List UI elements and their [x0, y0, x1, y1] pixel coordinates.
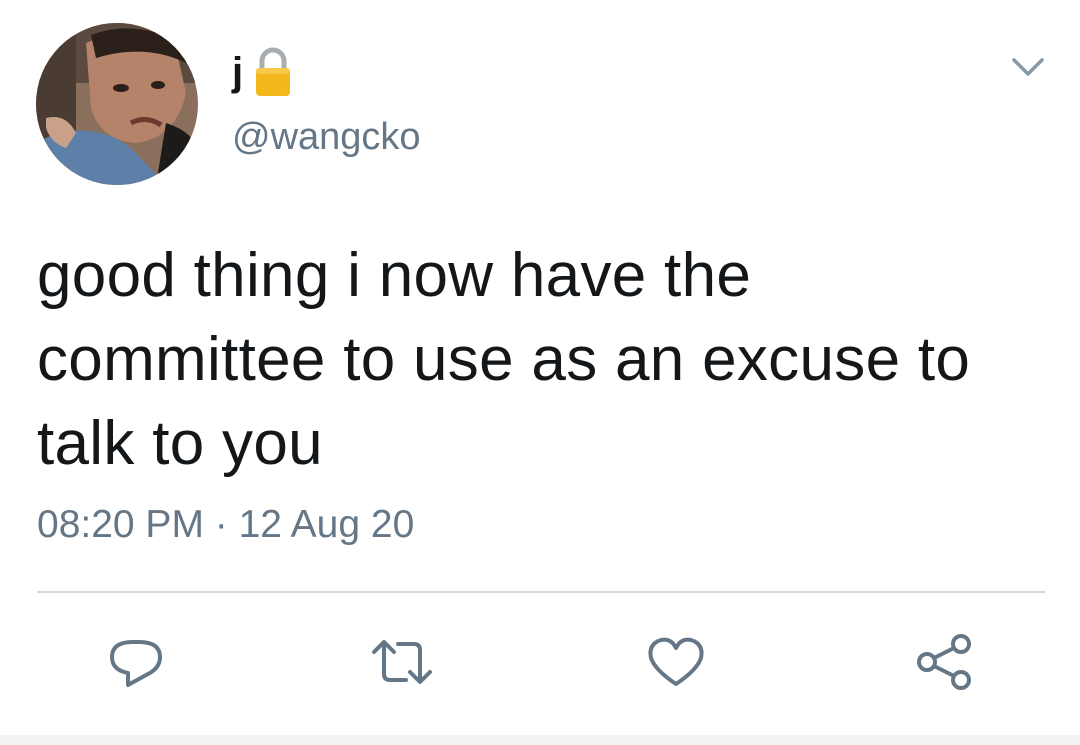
- tweet-text: good thing i now have the committee to u…: [37, 241, 971, 478]
- heart-icon: [648, 637, 704, 686]
- tweet-timestamp[interactable]: 08:20 PM · 12 Aug 20: [37, 505, 414, 544]
- share-icon: [917, 634, 971, 690]
- reply-button[interactable]: [104, 630, 168, 694]
- like-button[interactable]: [644, 630, 708, 694]
- share-button[interactable]: [912, 630, 976, 694]
- retweet-icon: [372, 640, 432, 684]
- tweet-card: j @wangcko good thing i now have the com…: [0, 0, 1080, 745]
- display-name-row[interactable]: j: [232, 44, 293, 100]
- display-name[interactable]: j: [232, 52, 243, 92]
- retweet-button[interactable]: [370, 630, 434, 694]
- reply-icon: [110, 640, 162, 687]
- user-handle[interactable]: @wangcko: [232, 118, 421, 156]
- profile-photo: [36, 23, 198, 185]
- chevron-down-icon[interactable]: [1008, 52, 1048, 82]
- avatar[interactable]: [36, 23, 198, 185]
- lock-icon: [253, 46, 293, 98]
- bottom-border: [0, 735, 1080, 745]
- divider: [37, 591, 1045, 593]
